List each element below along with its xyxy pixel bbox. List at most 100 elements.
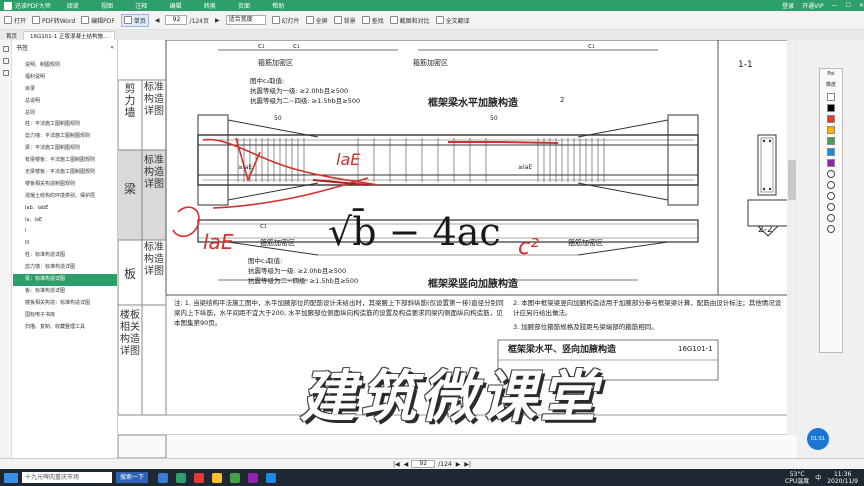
bookmark-item[interactable]: 福利说明 [13,72,117,84]
slideshow-icon [271,16,280,24]
bookmark-item[interactable]: 国标电子书库 [13,310,117,322]
dense-zone-mid-right: 箍筋加密区 [568,239,603,247]
open-button[interactable]: 打开 [4,16,26,25]
bookmark-item[interactable]: 柱：标准构造详图 [13,250,117,262]
lae-left: ≥laE [238,164,253,171]
label-std-2: 标准构造详图 [144,155,164,190]
taskbar-search-button[interactable]: 搜索一下 [116,472,149,483]
edit-pdf-button[interactable]: 编辑PDF [81,16,115,25]
next-page-icon[interactable]: ▶ [215,17,220,24]
bookmark-item[interactable]: 楼板相关构造制图规则 [13,179,117,191]
bookmark-item[interactable]: lab、labE [13,203,117,215]
dim-c1-mid: c₁ [260,222,267,230]
bookmark-item[interactable]: 梁：标准构造详图 [13,274,117,286]
prev-icon[interactable]: ◀ [404,461,409,468]
page-input[interactable]: 92 [165,15,188,25]
find-button[interactable]: 查找 [361,16,384,25]
start-icon[interactable] [4,472,18,483]
compare-button[interactable]: 截图和对比 [389,16,430,25]
bookmark-item[interactable]: 剪力墙：平法施工图制图规则 [13,131,117,143]
tab-bar: 首页 16G101-1 正版混凝土结构施... [0,30,864,40]
bookmark-item[interactable]: 梁：平法施工图制图规则 [13,143,117,155]
ime-indicator[interactable]: 中 [815,473,821,482]
zoom-select[interactable]: 适合宽度 [225,15,266,25]
color-swatch[interactable] [827,93,835,101]
tab-document[interactable]: 16G101-1 正版混凝土结构施... [23,31,116,40]
bookmark-icon[interactable] [2,46,9,52]
maximize-icon[interactable]: ☐ [846,2,851,9]
bookmark-item[interactable]: 说明、制图规则 [13,60,117,72]
vip-link[interactable]: 开通VIP [802,1,824,10]
thumbnail-icon[interactable] [2,58,9,64]
shape-icon[interactable] [827,192,835,200]
label-slab-rel: 楼板相关构造详图 [120,310,140,357]
title-bar: 迅读PDF大师 阅读 视图 注释 编辑 转换 页面 帮助 登录 开通VIP — … [0,0,864,11]
bookmark-item[interactable]: 总则 [13,108,117,120]
color-swatch[interactable] [827,115,835,123]
app-purple-icon[interactable] [248,472,259,483]
menu-page[interactable]: 页面 [238,3,250,10]
pdf-app-icon[interactable] [176,472,187,483]
annotation-icon[interactable] [2,70,9,76]
bookmark-item[interactable]: 无梁楼板：平法施工图制图规则 [13,167,117,179]
background-button[interactable]: 背景 [333,16,356,25]
menu-annotate[interactable]: 注释 [135,3,147,10]
color-swatch[interactable] [827,137,835,145]
bookmark-item[interactable]: 楼板相关构造：标准构造详图 [13,298,117,310]
next-icon[interactable]: ▶ [456,461,461,468]
tab-home[interactable]: 首页 [0,31,24,40]
bookmark-item[interactable]: 柱：平法施工图制图规则 [13,119,117,131]
bookmark-item[interactable]: 总说明 [13,96,117,108]
timer-badge[interactable]: 01:51 [807,428,829,450]
status-page-input[interactable]: 92 [411,460,436,468]
browser-icon[interactable] [266,472,277,483]
app-yellow-icon[interactable] [212,472,223,483]
bookmark-item[interactable]: 目录 [13,84,117,96]
minimize-icon[interactable]: — [832,2,838,9]
close-icon[interactable]: ✕ [859,2,864,9]
menu-help[interactable]: 帮助 [272,3,284,10]
app-green-icon[interactable] [230,472,241,483]
fullscreen-button[interactable]: 全屏 [305,16,328,25]
app-red-icon[interactable] [194,472,205,483]
bookmark-item[interactable]: 扫描、复制、收藏整理工具 [13,322,117,334]
bookmark-item[interactable]: 有梁楼板：平法施工图制图规则 [13,155,117,167]
bookmark-item[interactable]: la、laE [13,215,117,227]
bookmark-item[interactable]: 剪力墙：标准构造详图 [13,262,117,274]
undo-icon[interactable] [827,203,835,211]
translate-icon [435,16,444,24]
color-swatch[interactable] [827,148,835,156]
clear-icon[interactable] [827,225,835,233]
pen-tool-icon[interactable] [827,170,835,178]
collapse-icon[interactable]: « [110,44,114,51]
bookmark-item[interactable]: lll [13,238,117,250]
pdf-to-word-button[interactable]: PDF转Word [32,16,75,25]
menu-read[interactable]: 阅读 [67,3,79,10]
slideshow-button[interactable]: 幻灯片 [271,16,300,25]
bookmark-item[interactable]: 混凝土结构的环境类别、保护层 [13,191,117,203]
menu-edit[interactable]: 编辑 [169,3,181,10]
bookmark-item[interactable]: l [13,226,117,238]
highlighter-icon[interactable] [827,181,835,189]
page-icon [123,16,132,24]
clock[interactable]: 11:36 2020/11/9 [827,471,858,485]
cpu-temp: 53°C CPU温度 [785,470,810,485]
color-swatch[interactable] [827,104,835,112]
color-swatch[interactable] [827,126,835,134]
eraser-label[interactable]: 橡皮 [820,79,842,90]
menu-convert[interactable]: 转换 [204,3,216,10]
prev-page-icon[interactable]: ◀ [155,17,160,24]
color-swatch[interactable] [827,159,835,167]
first-page-icon[interactable]: |◀ [393,461,400,468]
menu-view[interactable]: 视图 [101,3,113,10]
bookmark-item[interactable]: 板：标准构造详图 [13,286,117,298]
taskbar-search-input[interactable]: 十九元啤肉重庆市场 [22,472,112,483]
single-page-button[interactable]: 单页 [120,13,149,27]
explorer-icon[interactable] [158,472,169,483]
background-icon [333,16,342,24]
translate-button[interactable]: 全文翻译 [435,16,470,25]
last-page-icon[interactable]: ▶| [464,461,471,468]
login-link[interactable]: 登录 [782,1,794,10]
status-page-total: /124 [438,460,452,468]
redo-icon[interactable] [827,214,835,222]
